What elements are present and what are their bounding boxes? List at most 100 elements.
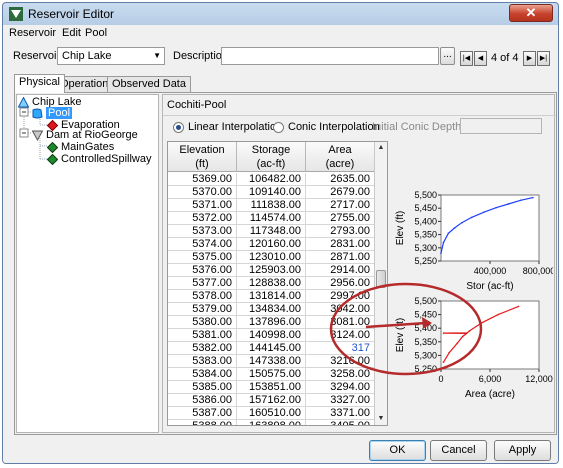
cell-elevation[interactable]: 5381.00 <box>168 329 237 342</box>
table-row: 5376.00 125903.00 2914.00 <box>168 264 375 277</box>
cell-elevation[interactable]: 5376.00 <box>168 264 237 277</box>
column-header-title: Storage <box>251 144 291 156</box>
cell-storage[interactable]: 163898.00 <box>237 420 306 425</box>
cell-storage[interactable]: 137896.00 <box>237 316 306 329</box>
column-header-elevation[interactable]: Elevation (ft) <box>168 142 237 172</box>
description-field[interactable] <box>221 47 439 65</box>
pool-icon <box>32 108 43 119</box>
annotation-ellipse <box>329 282 483 376</box>
cell-storage[interactable]: 150575.00 <box>237 368 306 381</box>
menu-reservoir[interactable]: Reservoir <box>9 27 56 39</box>
cell-storage[interactable]: 128838.00 <box>237 277 306 290</box>
apply-button[interactable]: Apply <box>494 440 551 461</box>
window-title: Reservoir Editor <box>28 7 115 21</box>
cell-storage[interactable]: 109140.00 <box>237 186 306 199</box>
cell-storage[interactable]: 140998.00 <box>237 329 306 342</box>
table-row: 5387.00 160510.00 3371.00 <box>168 407 375 420</box>
annotation-arrow-line <box>365 321 427 329</box>
description-browse-button[interactable]: ... <box>440 47 455 65</box>
y-tick-label: 5,250 <box>414 256 437 266</box>
cell-storage[interactable]: 134834.00 <box>237 303 306 316</box>
plot-area <box>440 194 540 262</box>
cell-storage[interactable]: 117348.00 <box>237 225 306 238</box>
menu-bar: Reservoir Edit Pool <box>3 25 558 42</box>
menu-pool[interactable]: Pool <box>85 27 107 39</box>
cell-area[interactable]: 2717.00 <box>306 199 375 212</box>
scroll-down-icon[interactable]: ▼ <box>375 413 387 425</box>
next-record-button[interactable]: ▶ <box>523 51 536 66</box>
cell-elevation[interactable]: 5371.00 <box>168 199 237 212</box>
cell-storage[interactable]: 147338.00 <box>237 355 306 368</box>
cell-elevation[interactable]: 5387.00 <box>168 407 237 420</box>
cell-elevation[interactable]: 5370.00 <box>168 186 237 199</box>
cell-area[interactable]: 2793.00 <box>306 225 375 238</box>
ok-button[interactable]: OK <box>369 440 426 461</box>
cell-elevation[interactable]: 5383.00 <box>168 355 237 368</box>
cell-elevation[interactable]: 5377.00 <box>168 277 237 290</box>
cell-elevation[interactable]: 5372.00 <box>168 212 237 225</box>
cell-area[interactable]: 2635.00 <box>306 173 375 186</box>
cell-elevation[interactable]: 5380.00 <box>168 316 237 329</box>
cell-elevation[interactable]: 5385.00 <box>168 381 237 394</box>
table-row: 5373.00 117348.00 2793.00 <box>168 225 375 238</box>
column-header-storage[interactable]: Storage (ac-ft) <box>237 142 306 172</box>
y-tick-label: 5,300 <box>414 243 437 253</box>
cell-storage[interactable]: 160510.00 <box>237 407 306 420</box>
cell-elevation[interactable]: 5384.00 <box>168 368 237 381</box>
cell-elevation[interactable]: 5375.00 <box>168 251 237 264</box>
reservoir-select[interactable]: Chip Lake ▼ <box>57 47 165 65</box>
cell-elevation[interactable]: 5369.00 <box>168 173 237 186</box>
description-label: Description <box>173 50 229 62</box>
last-record-button[interactable]: ▶| <box>537 51 550 66</box>
cell-elevation[interactable]: 5388.00 <box>168 420 237 425</box>
tab-observed-data[interactable]: Observed Data <box>107 76 191 92</box>
cell-storage[interactable]: 157162.00 <box>237 394 306 407</box>
cell-storage[interactable]: 153851.00 <box>237 381 306 394</box>
cell-area[interactable]: 2679.00 <box>306 186 375 199</box>
table-row: 5385.00 153851.00 3294.00 <box>168 381 375 394</box>
linear-interpolation-radio[interactable] <box>173 122 184 133</box>
cell-elevation[interactable]: 5373.00 <box>168 225 237 238</box>
conic-interpolation-radio[interactable] <box>273 122 284 133</box>
cell-elevation[interactable]: 5374.00 <box>168 238 237 251</box>
cell-elevation[interactable]: 5378.00 <box>168 290 237 303</box>
scroll-up-icon[interactable]: ▲ <box>375 142 387 154</box>
cell-area[interactable]: 3294.00 <box>306 381 375 394</box>
cell-area[interactable]: 3371.00 <box>306 407 375 420</box>
previous-record-button[interactable]: ◀ <box>474 51 487 66</box>
cell-storage[interactable]: 123010.00 <box>237 251 306 264</box>
cell-storage[interactable]: 125903.00 <box>237 264 306 277</box>
cell-storage[interactable]: 106482.00 <box>237 173 306 186</box>
cancel-button[interactable]: Cancel <box>430 440 487 461</box>
cell-storage[interactable]: 111838.00 <box>237 199 306 212</box>
cell-elevation[interactable]: 5379.00 <box>168 303 237 316</box>
column-header-unit: (acre) <box>325 158 355 170</box>
cell-area[interactable]: 2914.00 <box>306 264 375 277</box>
table-row: 5372.00 114574.00 2755.00 <box>168 212 375 225</box>
conic-depth-field[interactable] <box>460 118 542 134</box>
cell-area[interactable]: 2755.00 <box>306 212 375 225</box>
menu-edit[interactable]: Edit <box>62 27 81 39</box>
reservoir-label: Reservoir <box>13 50 61 62</box>
cell-storage[interactable]: 131814.00 <box>237 290 306 303</box>
cell-storage[interactable]: 144145.00 <box>237 342 306 355</box>
cell-area[interactable]: 2871.00 <box>306 251 375 264</box>
cell-area[interactable]: 3405.00 <box>306 420 375 425</box>
cell-storage[interactable]: 114574.00 <box>237 212 306 225</box>
record-counter: 4 of 4 <box>491 52 519 64</box>
cell-elevation[interactable]: 5382.00 <box>168 342 237 355</box>
elevation-storage-chart: 5,500 5,450 5,400 5,350 5,300 5,250 400,000 800… <box>395 190 553 292</box>
table-row: 5375.00 123010.00 2871.00 <box>168 251 375 264</box>
cell-area[interactable]: 3327.00 <box>306 394 375 407</box>
close-button[interactable]: ✕ <box>509 4 553 22</box>
cell-area[interactable]: 2831.00 <box>306 238 375 251</box>
tab-physical[interactable]: Physical <box>14 74 65 93</box>
first-record-button[interactable]: |◀ <box>460 51 473 66</box>
table-row: 5386.00 157162.00 3327.00 <box>168 394 375 407</box>
cell-storage[interactable]: 120160.00 <box>237 238 306 251</box>
reservoir-select-value: Chip Lake <box>62 50 112 62</box>
data-point <box>519 199 522 202</box>
cell-elevation[interactable]: 5386.00 <box>168 394 237 407</box>
x-axis-label: Area (acre) <box>465 389 515 400</box>
column-header-area[interactable]: Area (acre) <box>306 142 375 172</box>
